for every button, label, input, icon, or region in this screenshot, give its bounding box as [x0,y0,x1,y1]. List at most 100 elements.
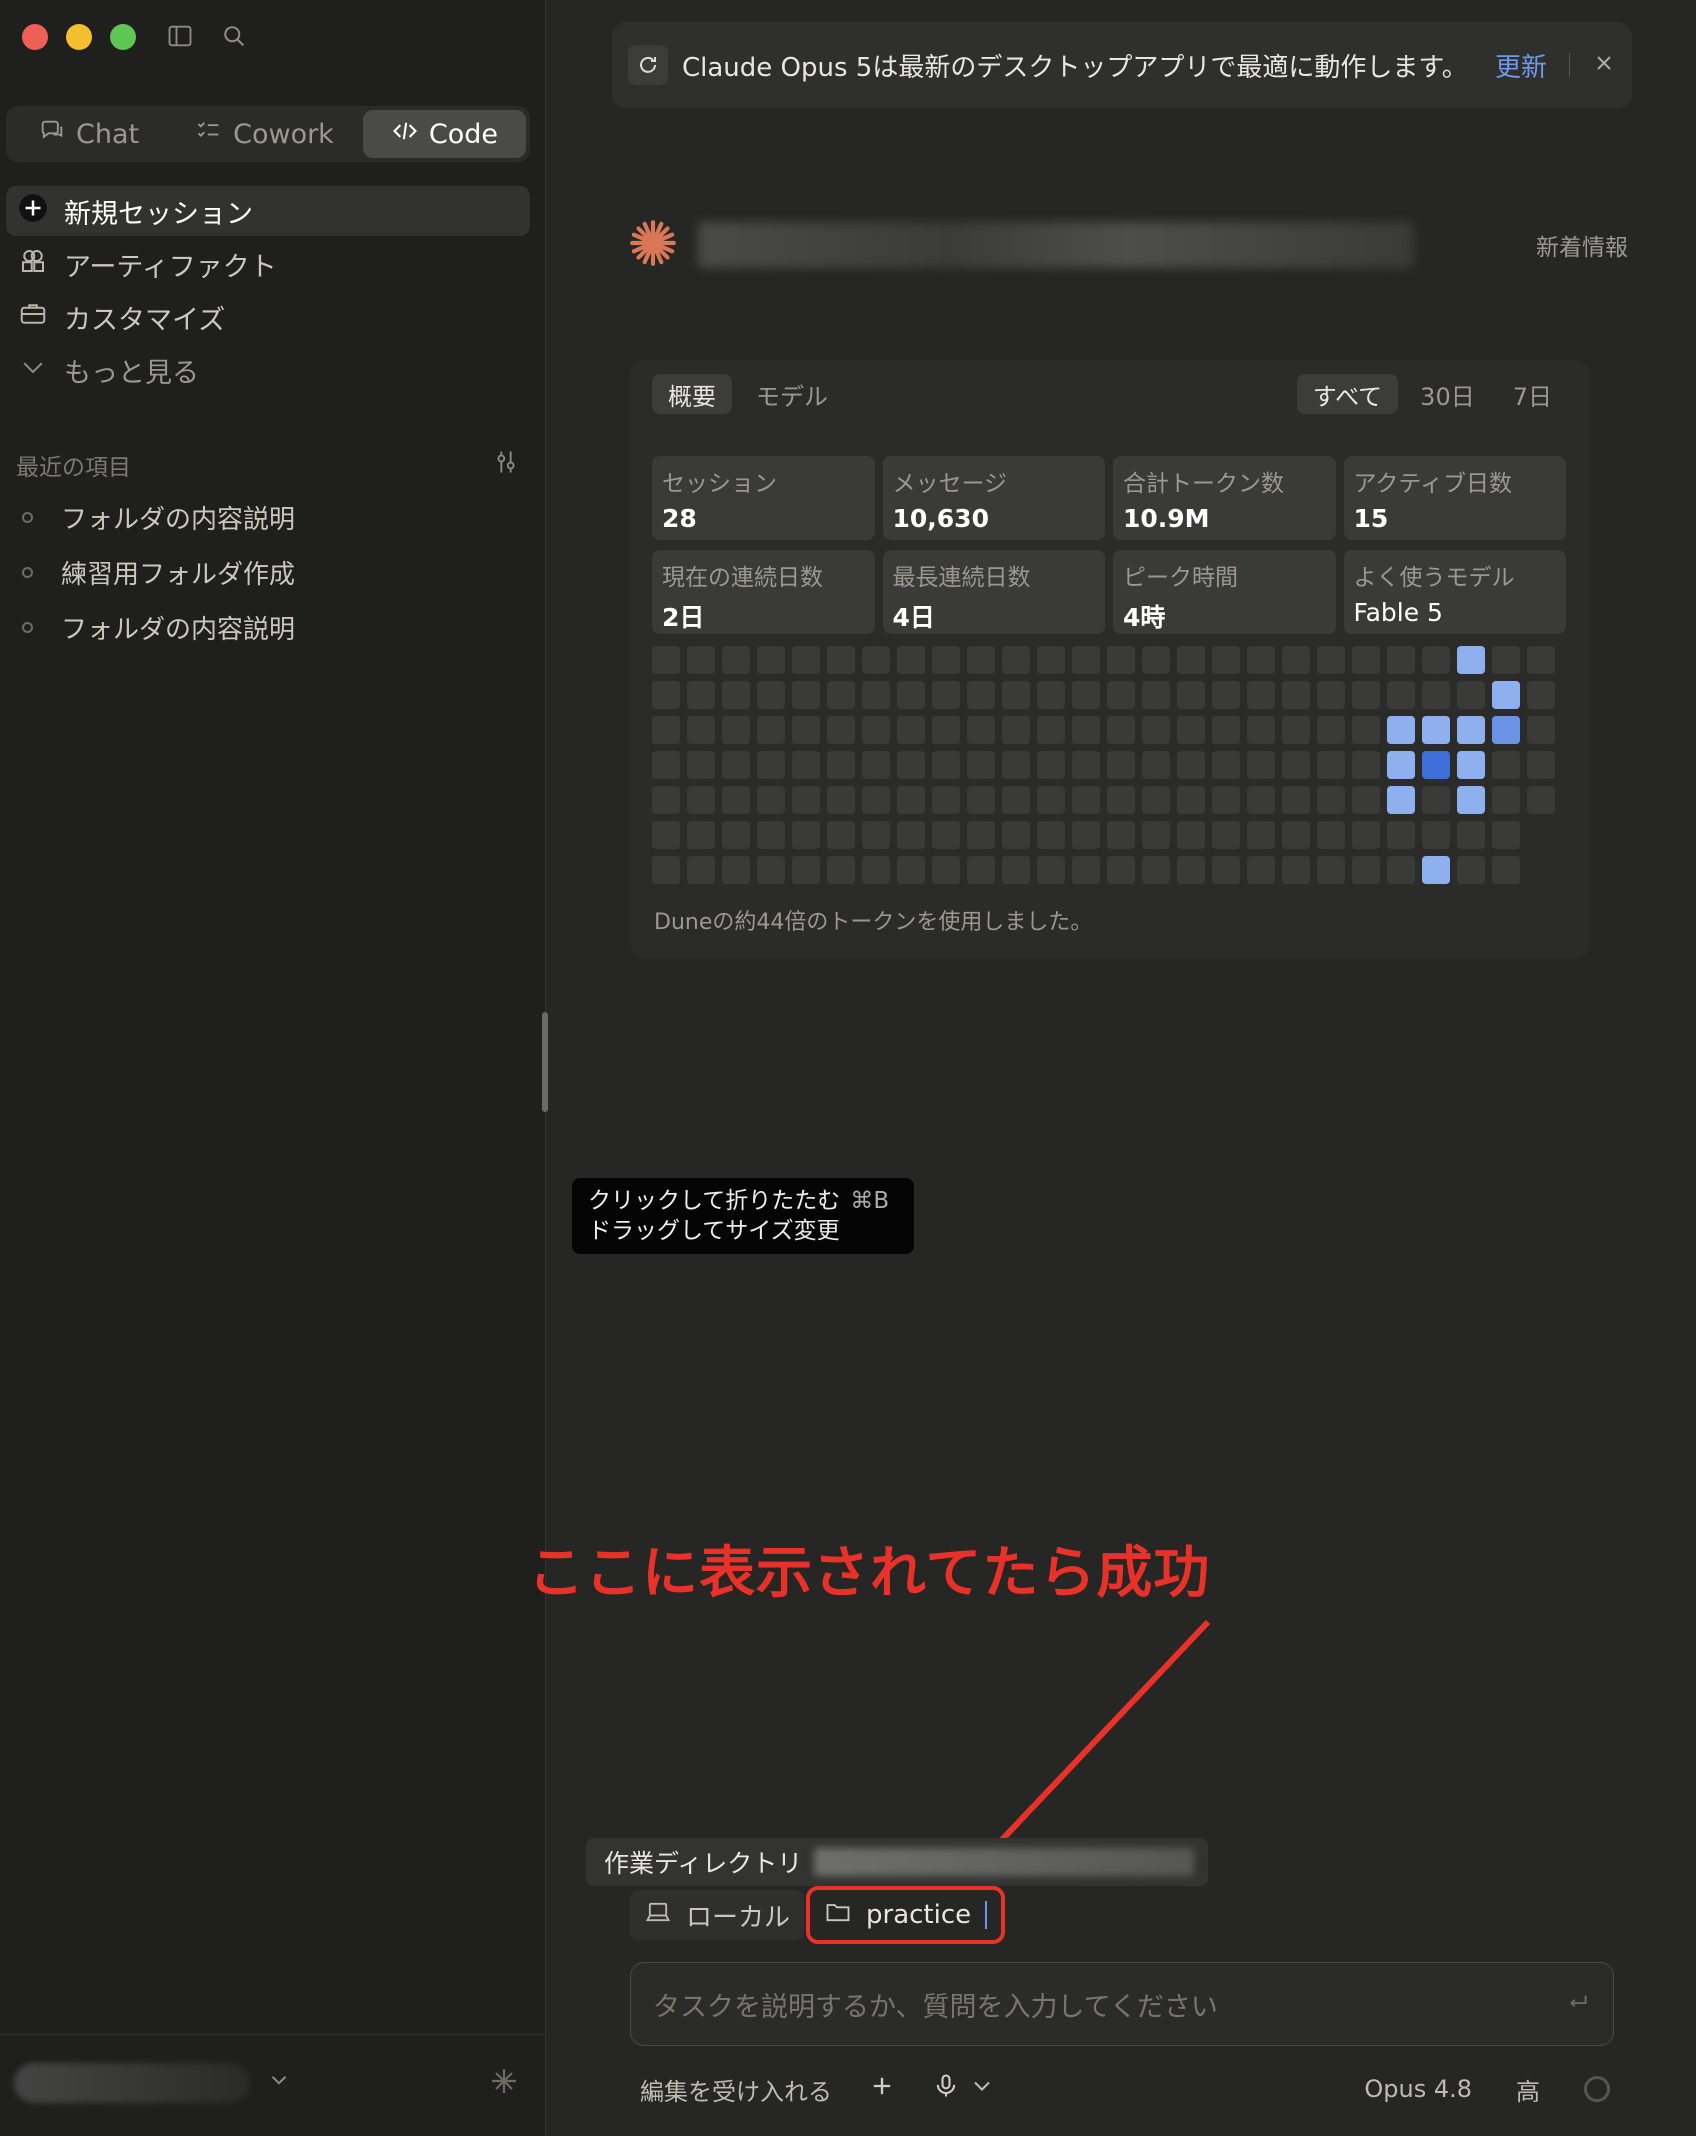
heatmap-cell [1072,716,1100,744]
chevron-down-icon[interactable] [266,2067,292,2093]
artifact-icon [18,246,48,283]
heatmap-cell [1107,646,1135,674]
filter-icon[interactable] [492,448,520,482]
heatmap-cell [862,856,890,884]
heatmap-cell [687,716,715,744]
heatmap-cell [687,856,715,884]
heatmap-cell [1002,681,1030,709]
heatmap-cell [862,681,890,709]
heatmap-cell [897,716,925,744]
heatmap-cell [1212,681,1240,709]
stat-label: アクティブ日数 [1353,471,1512,497]
recent-item-label: フォルダの内容説明 [61,615,296,645]
heatmap-cell [1387,751,1415,779]
new-session-label: 新規セッション [64,198,253,230]
heatmap-cell [1107,786,1135,814]
heatmap-cell [827,681,855,709]
sidebar-item-label: カスタマイズ [64,304,226,336]
heatmap-cell [1037,786,1065,814]
heatmap-cell [967,821,995,849]
heatmap-cell [932,821,960,849]
minimize-window-button[interactable] [66,24,92,50]
chat-icon [38,117,66,152]
prompt-input[interactable]: タスクを説明するか、質問を入力してください [630,1962,1614,2046]
range-all[interactable]: すべて [1296,374,1399,414]
heatmap-cell [1527,646,1555,674]
list-item[interactable]: フォルダの内容説明 [22,600,295,655]
heatmap-cell [1212,856,1240,884]
accept-edits-toggle[interactable]: 編集を受け入れる [640,2072,832,2107]
checklist-icon [195,117,223,152]
enter-icon[interactable] [1565,1989,1591,2019]
plus-icon[interactable] [868,2072,896,2106]
heatmap-cell [757,821,785,849]
stat-label: メッセージ [892,471,1008,497]
sidebar-tooltip: クリックして折りたたむ ⌘B ドラッグしてサイズ変更 [572,1178,914,1254]
close-icon[interactable] [1592,51,1616,79]
sidebar-item-customize[interactable]: カスタマイズ [6,292,530,342]
heatmap-cell [827,786,855,814]
update-banner: Claude Opus 5は最新のデスクトップアプリで最適に動作します。 更新 [612,22,1632,108]
heatmap-cell [1142,821,1170,849]
heatmap-cell [1037,646,1065,674]
sidebar-item-artifacts[interactable]: アーティファクト [6,239,530,289]
close-window-button[interactable] [22,24,48,50]
sparkle-icon[interactable] [488,2065,520,2097]
location-selector[interactable]: ローカル [630,1890,805,1940]
heatmap-cell [1422,681,1450,709]
list-item[interactable]: フォルダの内容説明 [22,490,295,545]
search-icon[interactable] [220,22,248,54]
heatmap-cell [1457,751,1485,779]
stat-card-top-model: よく使うモデル Fable 5 [1343,550,1566,634]
chevron-down-icon[interactable] [968,2072,996,2106]
heatmap-cell [757,681,785,709]
sidebar-item-more[interactable]: もっと見る [6,345,530,395]
heatmap-cell [1282,751,1310,779]
heatmap-cell [1352,786,1380,814]
heatmap-cell [1107,751,1135,779]
whats-new-link[interactable]: 新着情報 [1536,228,1628,262]
range-7d[interactable]: 7日 [1497,374,1568,414]
heatmap-cell [897,681,925,709]
heatmap-cell [1212,751,1240,779]
folder-selector[interactable]: practice [806,1886,1006,1944]
banner-message: Claude Opus 5は最新のデスクトップアプリで最適に動作します。 [682,52,1468,83]
range-30d[interactable]: 30日 [1404,374,1491,414]
heatmap-cell [757,646,785,674]
list-item[interactable]: 練習用フォルダ作成 [22,545,295,600]
heatmap-cell [652,786,680,814]
update-link[interactable]: 更新 [1495,47,1547,84]
sidebar-resize-handle[interactable] [542,1012,548,1112]
laptop-icon [644,1898,672,1933]
tab-models[interactable]: モデル [740,374,844,414]
tab-overview[interactable]: 概要 [652,374,732,414]
heatmap-cell [827,716,855,744]
heatmap-cell [932,856,960,884]
tab-chat[interactable]: Chat [10,110,167,158]
tab-cowork[interactable]: Cowork [167,110,362,158]
microphone-icon[interactable] [932,2072,960,2106]
stat-value: 10,630 [892,504,989,533]
heatmap-cell [687,751,715,779]
heatmap-cell [1527,681,1555,709]
refresh-icon [628,45,668,85]
effort-selector[interactable]: 高 [1516,2072,1540,2107]
heatmap-cell [1317,681,1345,709]
heatmap-cell [687,646,715,674]
model-selector[interactable]: Opus 4.8 [1364,2075,1472,2103]
heatmap-cell [1177,681,1205,709]
heatmap-cell [1282,646,1310,674]
heatmap-cell [687,821,715,849]
heatmap-cell [1422,856,1450,884]
heatmap-cell [1282,821,1310,849]
zoom-window-button[interactable] [110,24,136,50]
heatmap-cell [1142,856,1170,884]
new-session-button[interactable]: 新規セッション [6,186,530,236]
heatmap-cell [1142,716,1170,744]
heatmap-cell [967,716,995,744]
account-avatar[interactable] [14,2063,250,2103]
sidebar-toggle-icon[interactable] [166,22,194,54]
sidebar-item-label: アーティファクト [64,251,277,283]
tooltip-line: クリックして折りたたむ [588,1188,841,1214]
tab-code[interactable]: Code [362,110,526,158]
